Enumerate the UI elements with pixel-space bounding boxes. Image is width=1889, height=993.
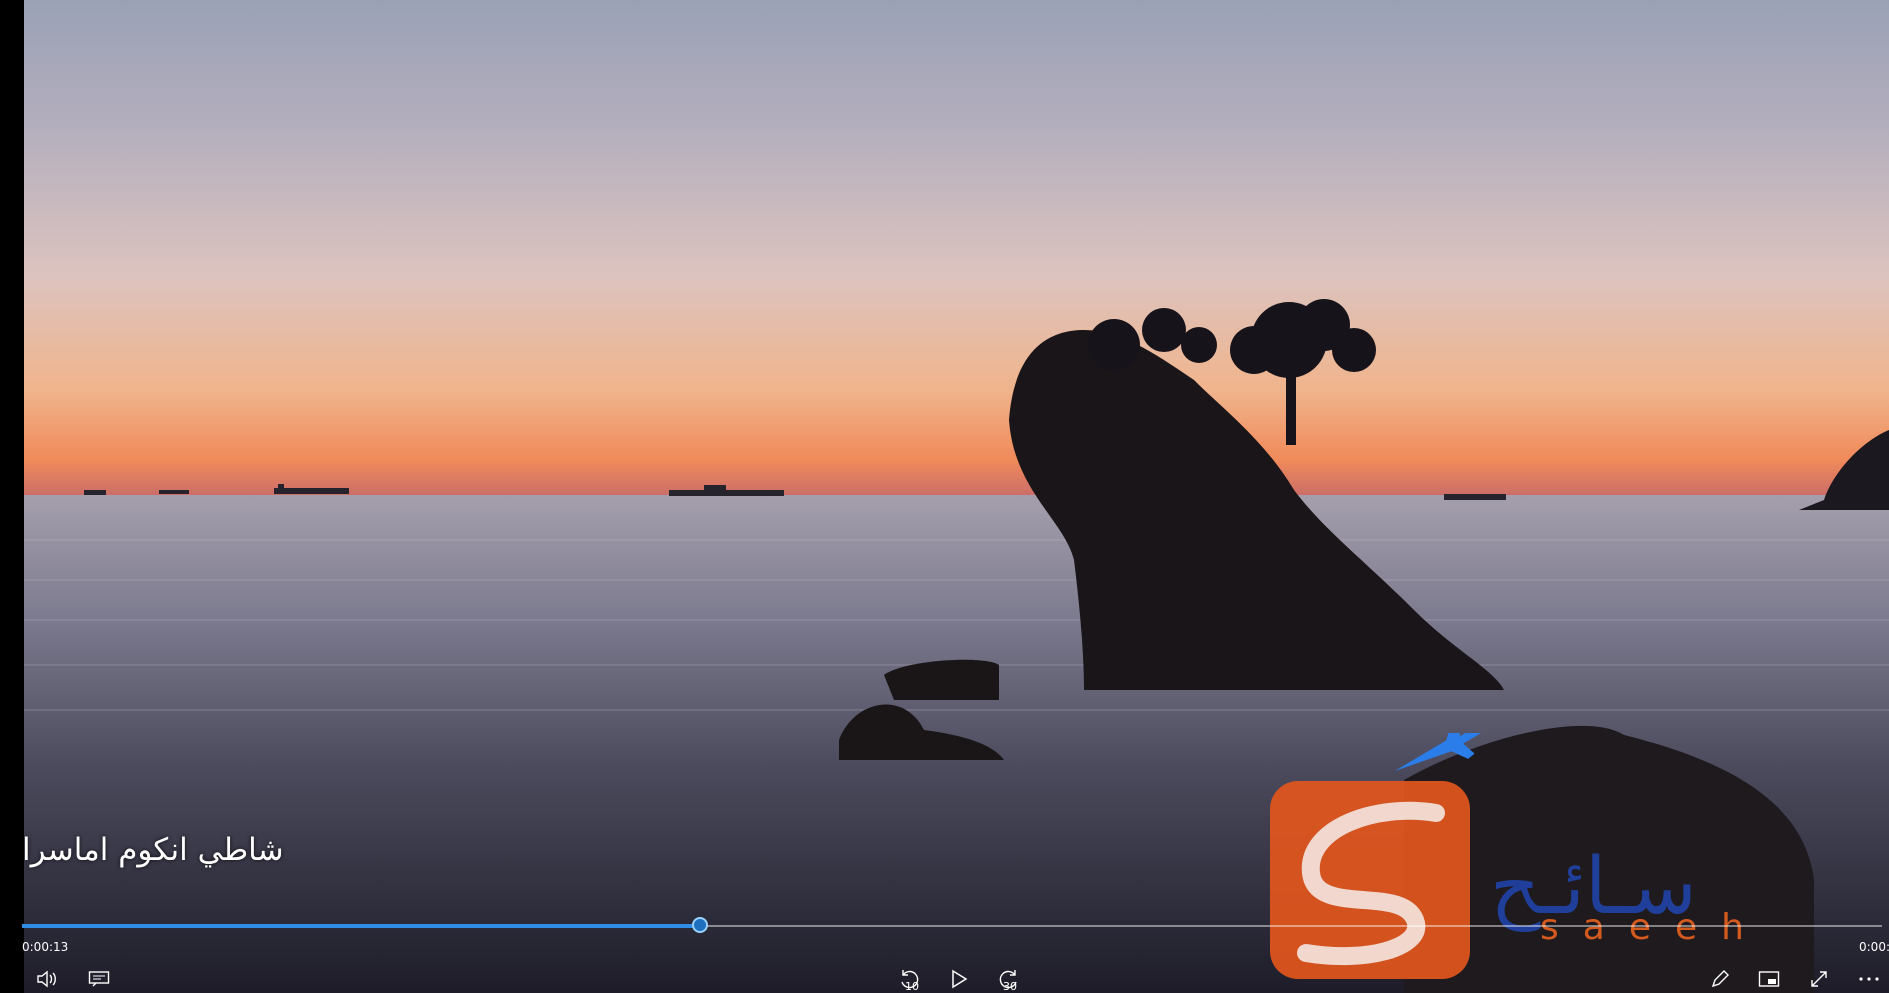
fullscreen-button[interactable] <box>1802 966 1836 992</box>
rewind-10-icon: 10 <box>897 967 921 993</box>
mini-view-icon <box>1758 970 1780 988</box>
subtitles-icon <box>88 970 110 988</box>
edit-pencil-icon <box>1710 969 1730 989</box>
window-edge <box>0 0 24 993</box>
total-time: 0:00:1 <box>1859 940 1889 954</box>
video-player[interactable]: شاطي انكوم اماسرا سـائـح saeeh 0:00:13 0… <box>0 0 1889 993</box>
seek-thumb[interactable] <box>691 917 708 933</box>
current-time: 0:00:13 <box>22 940 69 954</box>
more-options-icon <box>1858 976 1880 982</box>
mini-view-button[interactable] <box>1752 966 1786 992</box>
forward-30-button[interactable]: 30 <box>992 966 1026 993</box>
forward-seconds-label: 30 <box>1003 980 1017 993</box>
video-caption: شاطي انكوم اماسرا <box>22 832 284 868</box>
play-icon <box>950 969 968 989</box>
more-options-button[interactable] <box>1852 966 1886 992</box>
play-button[interactable] <box>942 966 976 992</box>
rewind-10-button[interactable]: 10 <box>892 966 926 993</box>
rewind-seconds-label: 10 <box>905 980 919 993</box>
seek-progress <box>22 924 701 928</box>
volume-button[interactable] <box>30 966 64 992</box>
subtitles-button[interactable] <box>82 966 116 992</box>
volume-icon <box>36 970 58 988</box>
seek-bar[interactable] <box>22 917 1882 933</box>
fullscreen-icon <box>1809 969 1829 989</box>
edit-button[interactable] <box>1703 966 1737 992</box>
forward-30-icon: 30 <box>997 967 1021 993</box>
